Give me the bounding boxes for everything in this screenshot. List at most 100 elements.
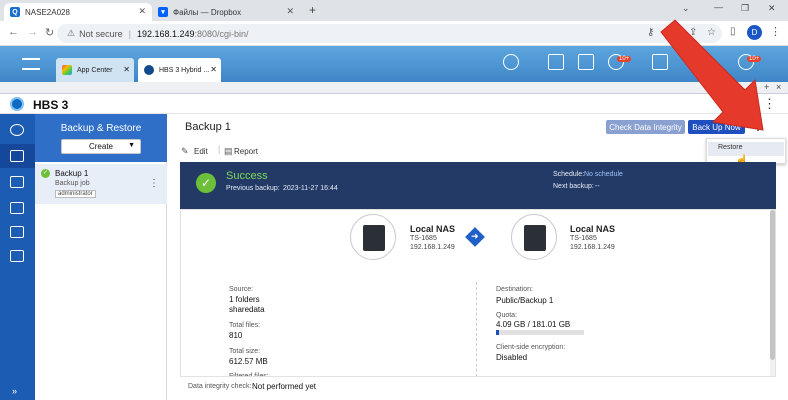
logs-icon[interactable] bbox=[10, 250, 24, 262]
app-title: HBS 3 bbox=[33, 98, 69, 112]
source-folder-name: sharedata bbox=[229, 305, 265, 314]
report-icon[interactable]: ▤ bbox=[224, 146, 233, 157]
job-list-item[interactable]: ✓ Backup 1 Backup job administrator ⋮ bbox=[35, 164, 167, 204]
sync-icon[interactable] bbox=[10, 176, 24, 188]
status-banner: ✓ Success Previous backup: 2023-11-27 16… bbox=[180, 162, 776, 209]
qts-tab-title: HBS 3 Hybrid ... bbox=[159, 66, 210, 74]
arrow-right-glyph: ➜ bbox=[471, 231, 479, 241]
job-detail-panel: Backup 1 Check Data Integrity Back Up No… bbox=[167, 114, 788, 400]
expand-rail-icon[interactable]: » bbox=[12, 386, 17, 396]
resource-monitor-icon[interactable] bbox=[548, 54, 564, 70]
qts-tab-hbs3[interactable]: HBS 3 Hybrid ... ✕ bbox=[138, 58, 221, 82]
quota-label: Quota: bbox=[496, 312, 518, 319]
source-nas-model: TS-1685 bbox=[410, 235, 437, 242]
scrollbar[interactable] bbox=[770, 210, 775, 399]
address-bar[interactable]: ⚠ Not secure | 192.168.1.249 :8080/cgi-b… bbox=[57, 24, 722, 43]
divider: | bbox=[218, 144, 221, 154]
status-title: Success bbox=[226, 170, 268, 182]
job-name: Backup 1 bbox=[55, 169, 89, 178]
notifications-badge: 10+ bbox=[617, 56, 632, 62]
destination-label: Destination: bbox=[496, 286, 533, 293]
overview-icon[interactable] bbox=[10, 124, 24, 136]
annotation-arrow bbox=[660, 19, 764, 131]
next-backup-value: -- bbox=[595, 183, 600, 190]
close-icon[interactable]: ✕ bbox=[210, 65, 217, 74]
new-tab-button[interactable]: + bbox=[309, 3, 316, 17]
job-details: Local NAS TS-1685 192.168.1.249 ➜ Local … bbox=[180, 209, 776, 400]
edit-link[interactable]: Edit bbox=[194, 147, 208, 156]
schedule-label: Schedule: bbox=[553, 171, 585, 178]
dest-nas-name: Local NAS bbox=[570, 224, 616, 234]
edit-icon[interactable]: ✎ bbox=[181, 146, 189, 157]
create-label: Create bbox=[88, 142, 113, 151]
nas-device-icon bbox=[363, 225, 385, 251]
sidebar-title: Backup & Restore bbox=[60, 123, 142, 134]
minimize-icon[interactable]: — bbox=[714, 2, 723, 12]
close-icon[interactable]: ✕ bbox=[123, 65, 130, 74]
main-menu-icon[interactable] bbox=[22, 58, 40, 70]
url-host: 192.168.1.249 bbox=[136, 28, 195, 39]
browser-tab-dropbox[interactable]: ▾ Файлы — Dropbox ✕ bbox=[152, 3, 300, 21]
destination-path: Public/Backup 1 bbox=[496, 296, 554, 305]
job-type: Backup job bbox=[55, 180, 90, 187]
quota-bar-fill bbox=[496, 330, 499, 335]
integrity-label: Data integrity check: bbox=[188, 383, 252, 390]
qts-tab-app-center[interactable]: App Center ✕ bbox=[56, 58, 134, 82]
total-files-value: 810 bbox=[229, 331, 243, 340]
source-nas-ip: 192.168.1.249 bbox=[410, 244, 455, 251]
integrity-value: Not performed yet bbox=[252, 382, 317, 391]
services-icon[interactable] bbox=[10, 226, 24, 238]
browser-tab-nas[interactable]: Q NASE2A028 ✕ bbox=[4, 3, 152, 21]
previous-backup-label: Previous backup: bbox=[226, 185, 280, 192]
close-window-icon[interactable]: ✕ bbox=[768, 3, 776, 14]
back-icon[interactable]: ← bbox=[8, 26, 19, 38]
search-icon[interactable] bbox=[503, 54, 519, 70]
integrity-footer: Data integrity check: Not performed yet bbox=[180, 376, 776, 400]
dest-nas-model: TS-1685 bbox=[570, 235, 597, 242]
nav-rail: » bbox=[0, 114, 35, 400]
scrollbar-thumb[interactable] bbox=[770, 210, 775, 360]
source-folders: 1 folders bbox=[229, 295, 260, 304]
backup-restore-icon[interactable] bbox=[10, 150, 24, 162]
actions-menu: Restore ☝ bbox=[706, 138, 786, 167]
previous-backup-value: 2023-11-27 16:44 bbox=[283, 185, 338, 192]
success-icon: ✓ bbox=[196, 173, 216, 193]
sidebar-header: Backup & Restore Create ▼ bbox=[35, 114, 167, 162]
dropbox-favicon-icon: ▾ bbox=[158, 7, 168, 17]
divider: | bbox=[128, 28, 131, 39]
browser-tab-title: Файлы — Dropbox bbox=[173, 7, 242, 17]
browser-tab-title: NASE2A028 bbox=[25, 7, 70, 17]
nas-device-icon bbox=[524, 225, 546, 251]
warning-icon: ⚠ bbox=[67, 28, 76, 38]
storage-space-icon[interactable] bbox=[10, 202, 24, 214]
encryption-value: Disabled bbox=[496, 353, 528, 362]
source-nas-name: Local NAS bbox=[410, 224, 456, 234]
url-path: :8080/cgi-bin/ bbox=[194, 28, 249, 39]
encryption-label: Client-side encryption: bbox=[496, 344, 566, 351]
chevron-down-icon: ▼ bbox=[128, 142, 135, 149]
close-icon[interactable]: ✕ bbox=[138, 6, 146, 17]
source-label: Source: bbox=[229, 286, 254, 293]
key-icon[interactable]: ⚷ bbox=[647, 27, 654, 38]
quota-value: 4.09 GB / 181.01 GB bbox=[496, 320, 571, 329]
app-close-icon[interactable]: × bbox=[776, 82, 781, 92]
job-sidebar: Backup & Restore Create ▼ ✓ Backup 1 Bac… bbox=[35, 114, 167, 400]
quota-bar bbox=[496, 330, 584, 335]
background-tasks-icon[interactable] bbox=[578, 54, 594, 70]
security-label: Not secure bbox=[79, 28, 123, 39]
hbs3-icon bbox=[144, 65, 154, 75]
tab-search-chevron-icon[interactable]: ⌄ bbox=[682, 3, 690, 14]
dest-nas-image bbox=[511, 214, 557, 260]
report-link[interactable]: Report bbox=[234, 147, 258, 156]
qts-tab-title: App Center bbox=[77, 66, 113, 74]
reload-icon[interactable]: ↻ bbox=[45, 26, 54, 39]
hbs3-logo-icon bbox=[10, 97, 24, 111]
create-button[interactable]: Create ▼ bbox=[61, 139, 141, 154]
dest-nas-ip: 192.168.1.249 bbox=[570, 244, 615, 251]
total-size-value: 612.57 MB bbox=[229, 357, 268, 366]
restore-window-icon[interactable]: ❐ bbox=[741, 3, 749, 14]
close-icon[interactable]: ✕ bbox=[286, 6, 294, 17]
job-more-icon[interactable]: ⋮ bbox=[149, 178, 159, 189]
forward-icon[interactable]: → bbox=[27, 26, 38, 38]
schedule-value[interactable]: No schedule bbox=[584, 171, 623, 178]
